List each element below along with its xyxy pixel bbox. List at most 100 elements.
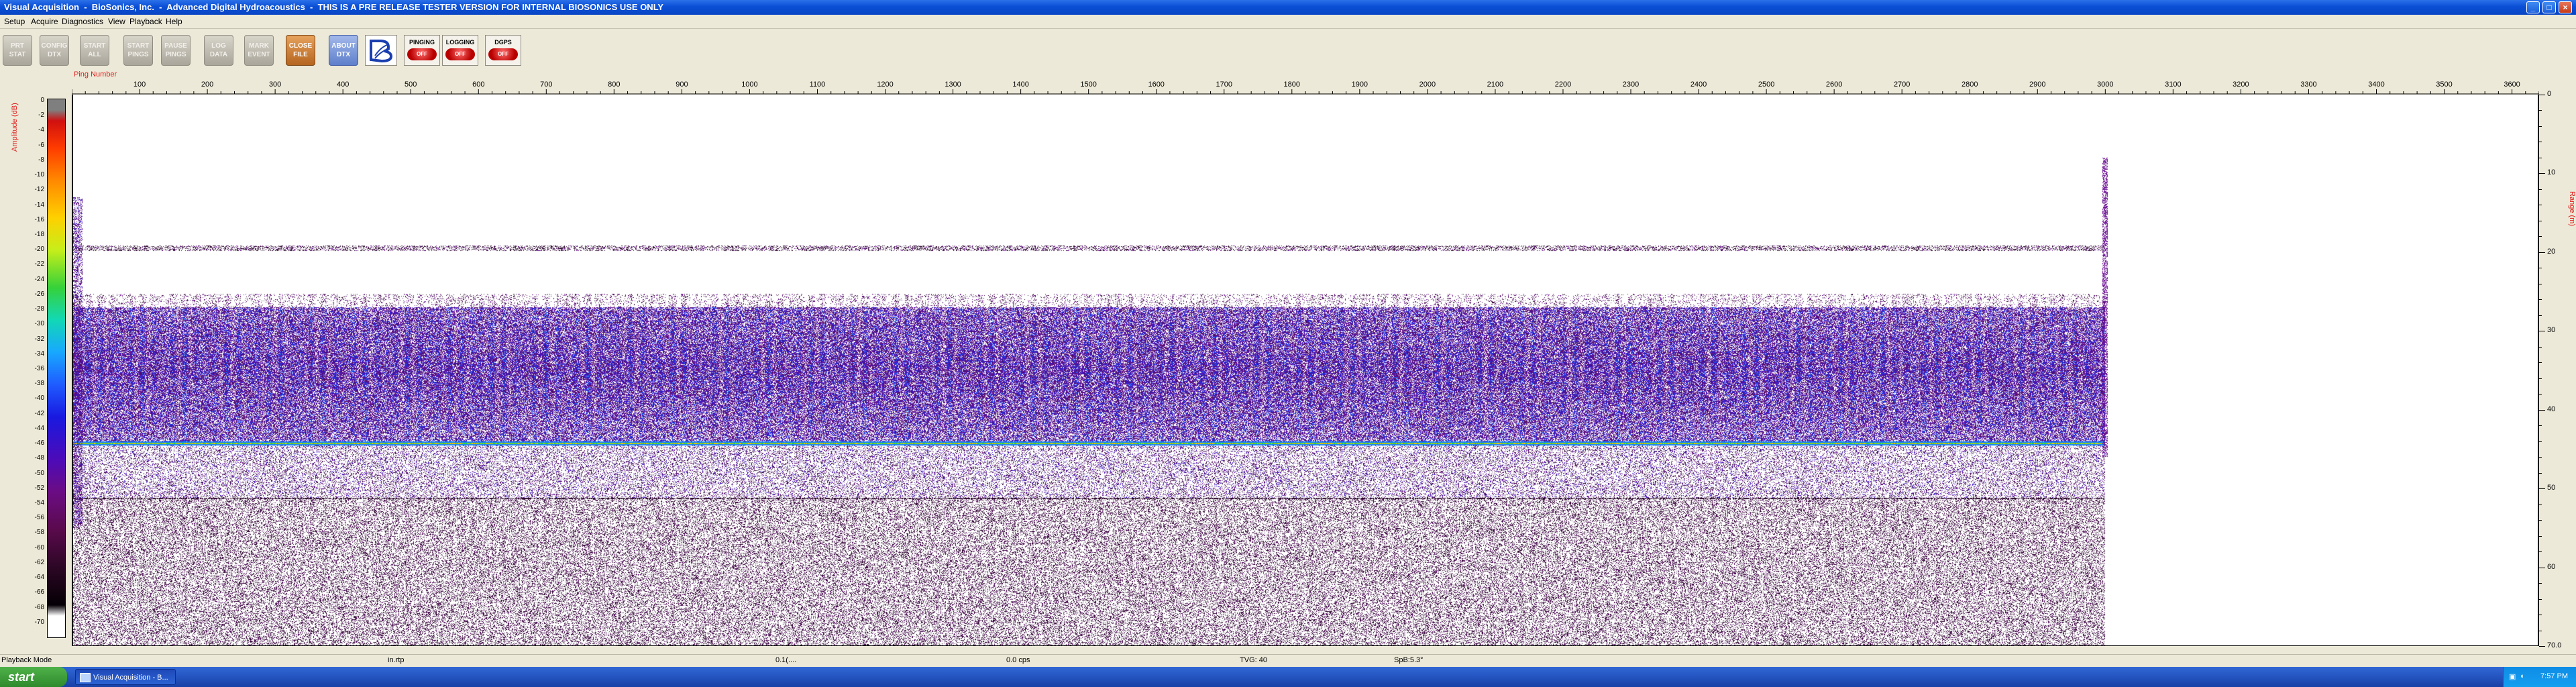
mark-event-button[interactable]: MARK EVENT: [244, 35, 274, 66]
colorbar-tick-label: -56: [34, 514, 44, 522]
menu-setup[interactable]: Setup: [4, 17, 25, 26]
amplitude-axis-label: Amplitude (dB): [11, 103, 19, 152]
colorbar-tick-label: -58: [34, 529, 44, 537]
ping-tick-label: 1500: [1080, 81, 1096, 89]
taskbar-item-visual-acquisition[interactable]: Visual Acquisition - B...: [75, 669, 176, 685]
pinging-indicator: PINGING OFF: [404, 35, 440, 66]
depth-tick: [2539, 425, 2542, 427]
status-beam: SpB:5.3°: [1394, 656, 1424, 664]
pause-pings-button[interactable]: PAUSE PINGS: [161, 35, 191, 66]
colorbar-tick-label: -24: [34, 275, 44, 283]
status-position: 0.1(....: [775, 656, 797, 664]
network-icon[interactable]: ▣: [2509, 672, 2516, 681]
ping-tick-label: 1200: [877, 81, 893, 89]
colorbar-tick-label: -16: [34, 215, 44, 223]
biosonics-logo-icon[interactable]: [365, 35, 397, 66]
depth-tick: [2539, 520, 2542, 521]
depth-tick: [2539, 598, 2542, 600]
depth-tick-label: 30: [2547, 326, 2556, 335]
ping-tick-label: 700: [540, 81, 552, 89]
status-bar: Playback Mode in.rtp 0.1(.... 0.0 cps TV…: [0, 654, 2576, 667]
ping-tick-label: 1100: [810, 81, 826, 89]
pinging-label: PINGING: [409, 39, 435, 46]
ping-tick-label: 900: [676, 81, 688, 89]
menu-playback[interactable]: Playback: [129, 17, 162, 26]
depth-tick-label: 20: [2547, 247, 2556, 256]
status-mode: Playback Mode: [1, 656, 52, 664]
ping-tick-label: 1400: [1012, 81, 1028, 89]
colorbar-tick-label: 0: [40, 97, 44, 104]
log-data-button[interactable]: LOG DATA: [204, 35, 233, 66]
ping-tick-label: 2800: [1962, 81, 1978, 89]
ping-tick-label: 3100: [2165, 81, 2181, 89]
colorbar-tick-label: -2: [38, 111, 44, 119]
colorbar-tick-label: -12: [34, 186, 44, 194]
depth-tick: [2539, 189, 2542, 190]
depth-tick: [2539, 346, 2542, 348]
menu-diagnostics[interactable]: Diagnostics: [62, 17, 103, 26]
ping-tick-label: 3400: [2368, 81, 2384, 89]
close-button[interactable]: ×: [2559, 1, 2572, 13]
depth-tick: [2539, 409, 2545, 411]
depth-tick: [2539, 488, 2545, 490]
menu-view[interactable]: View: [108, 17, 125, 26]
ping-tick-label: 2900: [2029, 81, 2045, 89]
config-dtx-button[interactable]: CONFIG DTX: [40, 35, 69, 66]
colorbar-tick-label: -26: [34, 290, 44, 298]
colorbar-tick-label: -64: [34, 574, 44, 582]
close-file-button[interactable]: CLOSE FILE: [286, 35, 315, 66]
colorbar-tick-label: -34: [34, 350, 44, 358]
minimize-button[interactable]: _: [2526, 1, 2540, 13]
port-status-button[interactable]: PRT STAT: [3, 35, 32, 66]
colorbar-tick-label: -22: [34, 260, 44, 268]
colorbar-tick-label: -6: [38, 141, 44, 149]
depth-tick: [2539, 472, 2542, 474]
colorbar-tick-label: -28: [34, 305, 44, 313]
depth-tick: [2539, 646, 2545, 647]
ping-tick-label: 300: [269, 81, 281, 89]
ping-axis-label: Ping Number: [74, 70, 117, 78]
depth-tick: [2539, 535, 2542, 537]
maximize-button[interactable]: □: [2542, 1, 2556, 13]
echogram-plot[interactable]: [72, 95, 2539, 646]
ping-tick-label: 200: [201, 81, 213, 89]
ping-tick-label: 2300: [1623, 81, 1639, 89]
about-dtx-button[interactable]: ABOUT DTX: [329, 35, 358, 66]
menu-bar: Setup Acquire Diagnostics View Playback …: [0, 15, 2576, 29]
depth-tick-label: 70.0: [2547, 641, 2562, 649]
depth-tick: [2539, 441, 2542, 442]
ping-tick-label: 1600: [1148, 81, 1164, 89]
volume-icon[interactable]: ◖: [2520, 672, 2524, 680]
ping-tick-label: 3500: [2436, 81, 2452, 89]
ping-tick-label: 2400: [1690, 81, 1707, 89]
depth-tick: [2539, 551, 2542, 553]
menu-help[interactable]: Help: [166, 17, 182, 26]
title-bar[interactable]: Visual Acquisition - BioSonics, Inc. - A…: [0, 0, 2576, 15]
ping-tick-label: 1800: [1284, 81, 1300, 89]
amplitude-colorbar: [47, 99, 66, 638]
start-button[interactable]: start: [0, 667, 67, 687]
depth-tick: [2539, 457, 2542, 458]
depth-tick: [2539, 236, 2542, 237]
ping-tick-label: 2000: [1419, 81, 1436, 89]
depth-tick: [2539, 252, 2545, 253]
colorbar-tick-label: -42: [34, 409, 44, 417]
colorbar-tick-label: -48: [34, 454, 44, 462]
start-pings-button[interactable]: START PINGS: [123, 35, 153, 66]
status-ping-rate: 0.0 cps: [1006, 656, 1030, 664]
depth-tick: [2539, 125, 2542, 127]
depth-tick: [2539, 315, 2542, 316]
depth-tick: [2539, 583, 2542, 584]
colorbar-tick-label: -50: [34, 469, 44, 477]
colorbar-tick-label: -54: [34, 499, 44, 507]
ping-tick-label: 3000: [2097, 81, 2113, 89]
depth-tick: [2539, 378, 2542, 379]
depth-axis: Range (m) 0 10 20 30 40 50 60 70.0: [2539, 90, 2576, 649]
colorbar-tick-label: -10: [34, 171, 44, 179]
start-all-button[interactable]: START ALL: [80, 35, 109, 66]
dgps-label: DGPS: [494, 39, 512, 46]
menu-acquire[interactable]: Acquire: [31, 17, 58, 26]
echogram-canvas[interactable]: [73, 95, 2538, 645]
ping-tick-label: 400: [337, 81, 349, 89]
colorbar-tick-label: -68: [34, 603, 44, 611]
